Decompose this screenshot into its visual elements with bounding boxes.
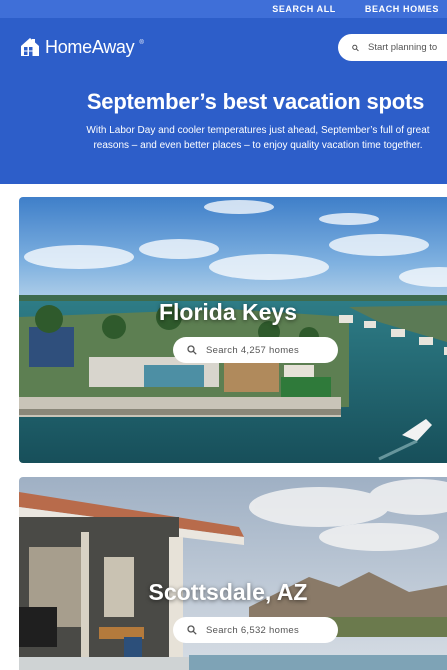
search-icon — [187, 625, 197, 635]
destination-card-florida-keys[interactable]: Florida Keys Search 4,257 homes — [19, 197, 447, 463]
homeaway-logo[interactable]: HomeAway ® — [19, 36, 144, 58]
florida-keys-photo — [19, 197, 447, 463]
destination-card-scottsdale[interactable]: Scottsdale, AZ Search 6,532 homes — [19, 477, 447, 670]
search-homes-label: Search 4,257 homes — [206, 344, 300, 356]
page-title: September’s best vacation spots — [86, 89, 425, 114]
nav-link-beach-homes[interactable]: BEACH HOMES — [365, 4, 439, 14]
top-nav: SEARCH ALL BEACH HOMES — [0, 0, 447, 18]
logo-wordmark: HomeAway — [45, 36, 135, 57]
destination-title: Florida Keys — [158, 299, 298, 325]
hero-search-input[interactable] — [368, 42, 447, 53]
search-icon — [187, 345, 197, 355]
search-homes-button[interactable]: Search 6,532 homes — [173, 617, 338, 643]
house-logo-icon — [21, 38, 39, 56]
search-homes-button[interactable]: Search 4,257 homes — [173, 337, 338, 363]
logo-trademark: ® — [139, 40, 144, 46]
page-subtitle: With Labor Day and cooler temperatures j… — [86, 125, 430, 151]
hero-banner: HomeAway ® September’s best vacation spo… — [0, 18, 447, 184]
search-icon — [352, 44, 359, 51]
destination-title: Scottsdale, AZ — [148, 579, 308, 605]
hero-search-bar[interactable] — [338, 34, 447, 61]
search-homes-label: Search 6,532 homes — [206, 624, 300, 636]
nav-link-search-all[interactable]: SEARCH ALL — [272, 4, 336, 14]
